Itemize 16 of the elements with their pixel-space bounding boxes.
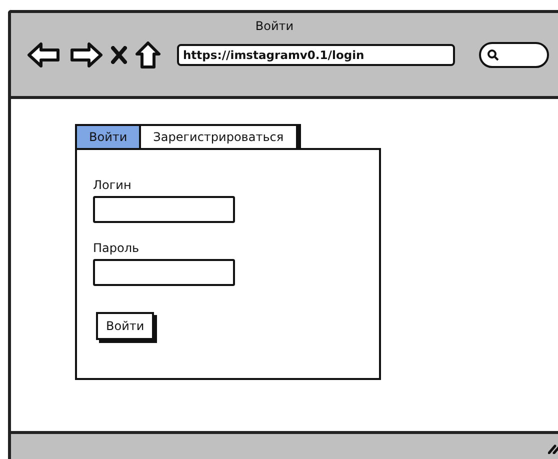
window-title: Войти xyxy=(255,18,294,33)
tab[interactable]: Зарегистрироваться xyxy=(139,124,298,148)
forward-icon[interactable] xyxy=(69,42,103,68)
input-field[interactable] xyxy=(93,259,235,286)
field-label: Пароль xyxy=(93,241,140,255)
tab[interactable]: Войти xyxy=(75,124,140,148)
search-icon xyxy=(487,49,499,61)
search-field[interactable] xyxy=(479,42,549,68)
field-label: Логин xyxy=(93,178,132,192)
close-icon[interactable] xyxy=(111,46,127,64)
home-icon[interactable] xyxy=(135,41,161,69)
resize-grip-icon[interactable] xyxy=(548,442,558,454)
input-field[interactable] xyxy=(93,196,235,223)
address-field[interactable]: https://imstagramv0.1/login xyxy=(177,44,455,66)
back-icon[interactable] xyxy=(27,42,61,68)
login-button[interactable]: Войти xyxy=(96,312,154,340)
